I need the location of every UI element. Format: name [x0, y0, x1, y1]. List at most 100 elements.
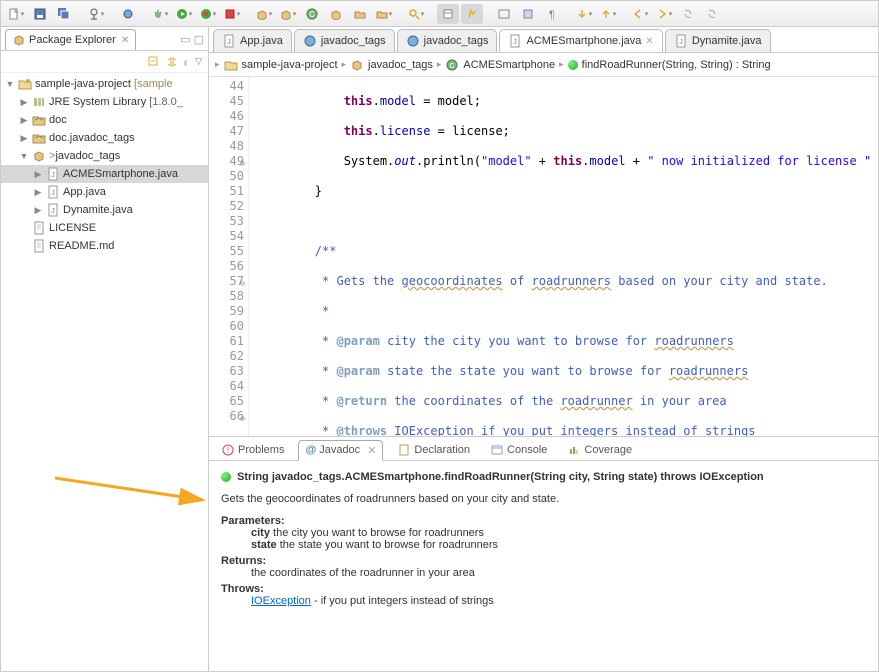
svg-text:!: ! — [227, 446, 229, 455]
forward-button[interactable] — [653, 4, 675, 24]
problems-tab[interactable]: !Problems — [215, 440, 290, 460]
tab-app[interactable]: JApp.java — [213, 29, 292, 52]
package-icon — [32, 149, 46, 163]
fold-icon[interactable]: ⊖ — [236, 276, 245, 285]
tree-pkg[interactable]: ▼ > javadoc_tags — [1, 147, 208, 165]
method-icon — [568, 60, 578, 70]
save-all-button[interactable] — [53, 4, 75, 24]
javadoc-description: Gets the geocoordinates of roadrunners b… — [221, 493, 866, 505]
maximize-icon[interactable]: ▢ — [194, 33, 204, 46]
chevron-icon: ▸ — [342, 59, 347, 70]
java-file-icon: J — [674, 34, 688, 48]
tree-file-dyn[interactable]: ▶ J Dynamite.java — [1, 201, 208, 219]
javadoc-throws: IOException - if you put integers instea… — [251, 595, 866, 607]
javadoc-icon: @ — [305, 444, 316, 456]
tree-file-readme[interactable]: README.md — [1, 237, 208, 255]
close-tab-icon[interactable]: ✕ — [645, 36, 653, 47]
breadcrumb[interactable]: ▸ sample-java-project ▸ javadoc_tags ▸ C… — [209, 53, 878, 77]
file-icon — [32, 239, 46, 253]
tab-dyn[interactable]: JDynamite.java — [665, 29, 771, 52]
coverage-tab[interactable]: Coverage — [561, 440, 638, 460]
highlight-button[interactable] — [461, 4, 483, 24]
svg-text:J: J — [679, 39, 683, 46]
new-package-3-button[interactable] — [325, 4, 347, 24]
svg-text:C: C — [450, 63, 455, 70]
tab-jt[interactable]: javadoc_tags — [294, 29, 395, 52]
class-icon: C — [445, 58, 459, 72]
new-package-2-button[interactable] — [277, 4, 299, 24]
code-editor[interactable]: 44 45 46 47 48 49⊖ 50 51 52 53 54 55 56 … — [209, 77, 878, 436]
toggle-editor-button[interactable] — [437, 4, 459, 24]
minimize-icon[interactable]: ▭ — [180, 33, 190, 46]
tab-jt2[interactable]: javadoc_tags — [397, 29, 498, 52]
java-file-icon: J — [46, 185, 60, 199]
svg-text:¶: ¶ — [549, 9, 555, 20]
search-button[interactable] — [405, 4, 427, 24]
project-icon — [224, 58, 238, 72]
link-editor-icon[interactable] — [165, 55, 179, 69]
editor-presentation-button[interactable] — [493, 4, 515, 24]
tree-doc[interactable]: ▶ doc — [1, 111, 208, 129]
javadoc-tab[interactable]: @Javadoc✕ — [298, 440, 383, 461]
javadoc-content: String javadoc_tags.ACMESmartphone.findR… — [209, 461, 878, 671]
package-explorer-label: Package Explorer — [29, 34, 116, 46]
view-menu-icon[interactable]: ▽ — [195, 56, 202, 67]
fold-icon[interactable]: ⊖ — [236, 411, 245, 420]
source-folder-icon — [32, 131, 46, 145]
perspective-button[interactable] — [85, 4, 107, 24]
tree-project[interactable]: ▼ sample-java-project [sample — [1, 75, 208, 93]
block-select-button[interactable] — [517, 4, 539, 24]
show-whitespace-button[interactable]: ¶ — [541, 4, 563, 24]
new-button[interactable] — [5, 4, 27, 24]
next-annotation-button[interactable] — [573, 4, 595, 24]
package-explorer-panel: Package Explorer ✕ ▭ ▢ ◐ ▽ ▼ sample-java… — [1, 27, 209, 671]
svg-text:J: J — [51, 208, 55, 215]
declaration-icon — [397, 443, 411, 457]
gutter[interactable]: 44 45 46 47 48 49⊖ 50 51 52 53 54 55 56 … — [209, 77, 249, 436]
problems-icon: ! — [221, 443, 235, 457]
tree-file-license[interactable]: LICENSE — [1, 219, 208, 237]
fold-icon[interactable]: ⊖ — [236, 156, 245, 165]
java-file-icon: J — [46, 203, 60, 217]
web-icon — [406, 34, 420, 48]
back-button[interactable] — [629, 4, 651, 24]
javadoc-return: the coordinates of the roadrunner in you… — [251, 567, 866, 579]
debug-button[interactable] — [149, 4, 171, 24]
prev-annotation-button[interactable] — [597, 4, 619, 24]
javadoc-signature: String javadoc_tags.ACMESmartphone.findR… — [237, 471, 764, 483]
refresh-button[interactable] — [677, 4, 699, 24]
source-folder-icon — [32, 113, 46, 127]
new-type-button[interactable]: C — [301, 4, 323, 24]
skip-breakpoints-button[interactable] — [117, 4, 139, 24]
javadoc-param: state the state you want to browse for r… — [251, 539, 866, 551]
collapse-all-icon[interactable] — [147, 55, 161, 69]
tree-jre[interactable]: ▶ JRE System Library [1.8.0_ — [1, 93, 208, 111]
pin-button[interactable] — [701, 4, 723, 24]
returns-heading: Returns: — [221, 555, 866, 567]
focus-task-icon[interactable]: ◐ — [183, 54, 191, 70]
new-folder-button[interactable] — [349, 4, 371, 24]
close-icon[interactable]: ✕ — [367, 444, 376, 457]
javadoc-param: city the city you want to browse for roa… — [251, 527, 866, 539]
library-icon — [32, 95, 46, 109]
console-tab[interactable]: Console — [484, 440, 553, 460]
project-tree[interactable]: ▼ sample-java-project [sample ▶ JRE Syst… — [1, 73, 208, 671]
coverage-button[interactable] — [197, 4, 219, 24]
run-last-button[interactable] — [221, 4, 243, 24]
tree-file-app[interactable]: ▶ J App.java — [1, 183, 208, 201]
bottom-panel: !Problems @Javadoc✕ Declaration Console … — [209, 436, 878, 671]
method-icon — [221, 472, 231, 482]
run-button[interactable] — [173, 4, 195, 24]
tree-file-acme[interactable]: ▶ J ACMESmartphone.java — [1, 165, 208, 183]
declaration-tab[interactable]: Declaration — [391, 440, 476, 460]
exception-link[interactable]: IOException — [251, 595, 311, 607]
close-icon[interactable]: ✕ — [121, 35, 129, 46]
open-type-button[interactable] — [373, 4, 395, 24]
project-icon — [18, 77, 32, 91]
new-package-button[interactable] — [253, 4, 275, 24]
code-area[interactable]: this.model = model; this.license = licen… — [249, 77, 878, 436]
save-button[interactable] — [29, 4, 51, 24]
tab-acme[interactable]: JACMESmartphone.java✕ — [499, 29, 662, 52]
tree-doc-jt[interactable]: ▶ doc.javadoc_tags — [1, 129, 208, 147]
package-explorer-tab[interactable]: Package Explorer ✕ — [5, 29, 136, 50]
